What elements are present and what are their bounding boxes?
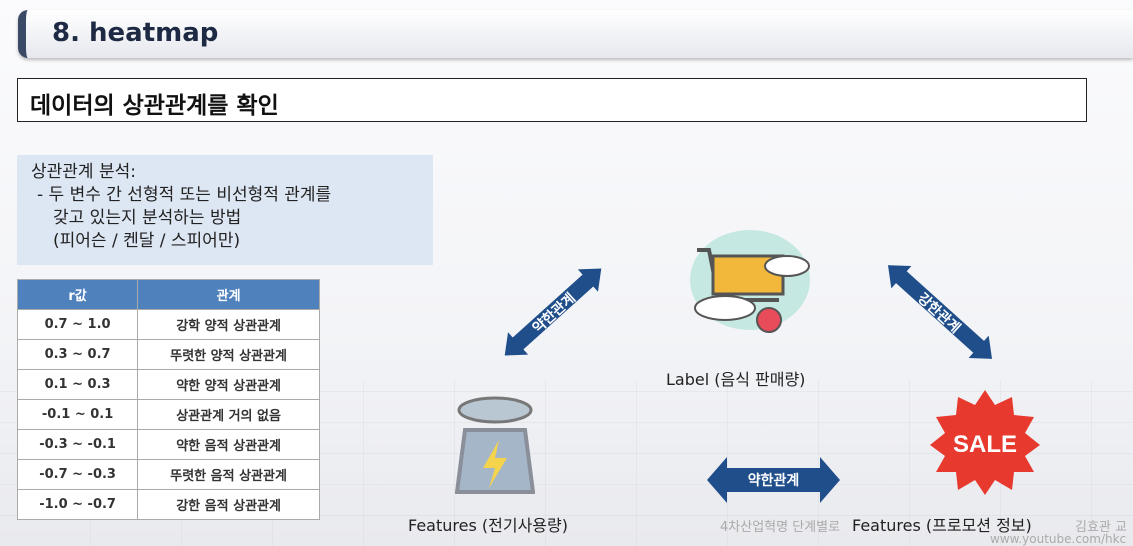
arrow-right-label: 강한관계 <box>914 290 964 337</box>
subtitle-box: 데이터의 상관관계를 확인 <box>17 78 1087 122</box>
relation-cell: 뚜렷한 음적 상관관계 <box>137 459 320 490</box>
relation-cell: 뚜렷한 양적 상관관계 <box>137 339 320 370</box>
watermark-url: www.youtube.com/hkc <box>990 532 1127 546</box>
table-row: -1.0 ~ -0.7 강한 음적 상관관계 <box>16 489 320 520</box>
note-box: 상관관계 분석: - 두 변수 간 선형적 또는 비선형적 관계를 갖고 있는지… <box>17 155 433 265</box>
r-range-cell: -0.7 ~ -0.3 <box>16 459 139 490</box>
header-r: r값 <box>16 279 139 310</box>
note-line: 갖고 있는지 분석하는 방법 <box>53 208 242 228</box>
relation-cell: 약한 양적 상관관계 <box>137 369 320 400</box>
relation-cell: 강학 양적 상관관계 <box>137 309 320 340</box>
power-plant-icon <box>454 395 536 495</box>
r-range-cell: 0.3 ~ 0.7 <box>16 339 139 370</box>
table-row: 0.3 ~ 0.7 뚜렷한 양적 상관관계 <box>16 339 320 370</box>
note-line: - 두 변수 간 선형적 또는 비선형적 관계를 <box>37 185 332 205</box>
relation-cell: 상관관계 거의 없음 <box>137 399 320 430</box>
r-range-cell: -0.1 ~ 0.1 <box>16 399 139 430</box>
shopping-cart-icon <box>685 228 815 338</box>
header-relation: 관계 <box>137 279 320 310</box>
arrow-right-relation: 강한관계 <box>878 254 1002 370</box>
table-row: 0.7 ~ 1.0 강학 양적 상관관계 <box>16 309 320 340</box>
table-row: 0.1 ~ 0.3 약한 양적 상관관계 <box>16 369 320 400</box>
relation-cell: 강한 음적 상관관계 <box>137 489 320 520</box>
slide-title-bar: 8. heatmap <box>18 10 1133 58</box>
r-range-cell: -0.3 ~ -0.1 <box>16 429 139 460</box>
note-line: (피어슨 / 켄달 / 스피어만) <box>53 231 241 251</box>
r-range-cell: 0.1 ~ 0.3 <box>16 369 139 400</box>
correlation-table: r값 관계 0.7 ~ 1.0 강학 양적 상관관계 0.3 ~ 0.7 뚜렷한 양적 … <box>16 279 320 520</box>
arrow-bottom-label: 약한관계 <box>747 473 800 489</box>
r-range-cell: -1.0 ~ -0.7 <box>16 489 139 520</box>
arrow-left-relation: 약한관계 <box>495 257 612 366</box>
sale-text: SALE <box>953 431 1017 458</box>
table-row: -0.3 ~ -0.1 약한 음적 상관관계 <box>16 429 320 460</box>
relation-cell: 약한 음적 상관관계 <box>137 429 320 460</box>
arrow-left-label: 약한관계 <box>529 290 579 337</box>
table-row: -0.7 ~ -0.3 뚜렷한 음적 상관관계 <box>16 459 320 490</box>
watermark-text: 4차산업혁명 단계별로 <box>720 520 841 535</box>
sale-badge-icon: SALE <box>930 390 1040 495</box>
slide-title: 8. heatmap <box>52 18 219 48</box>
subtitle: 데이터의 상관관계를 확인 <box>30 93 279 119</box>
feature-left-text: Features (전기사용량) <box>408 516 568 535</box>
label-text: Label (음식 판매량) <box>666 370 806 389</box>
arrow-bottom-relation: 약한관계 <box>707 457 840 503</box>
table-row: -0.1 ~ 0.1 상관관계 거의 없음 <box>16 399 320 430</box>
r-range-cell: 0.7 ~ 1.0 <box>16 309 139 340</box>
note-heading: 상관관계 분석: <box>31 162 136 182</box>
